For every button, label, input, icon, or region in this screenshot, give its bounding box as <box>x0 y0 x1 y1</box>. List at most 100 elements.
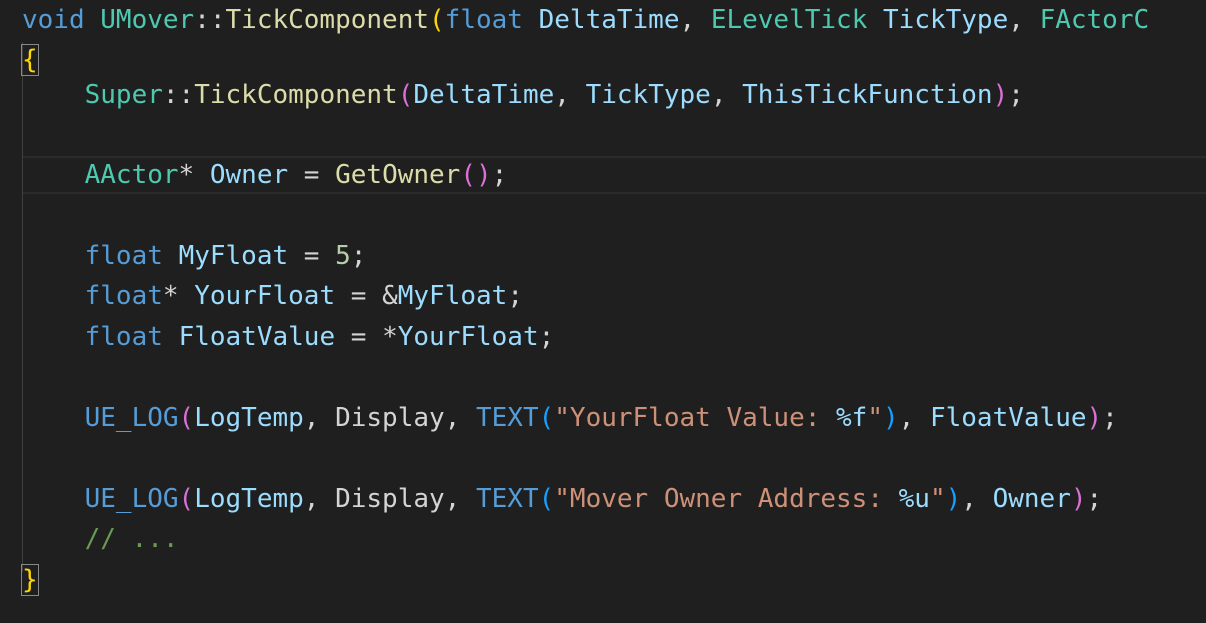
code-token: * <box>178 160 210 190</box>
code-token: , <box>444 403 476 433</box>
code-token: " <box>929 484 946 514</box>
code-token: { <box>21 44 39 76</box>
code-line[interactable]: UE_LOG(LogTemp, Display, TEXT("YourFloat… <box>0 398 1206 439</box>
code-token: UE_LOG <box>84 403 179 433</box>
code-token: , <box>898 403 930 433</box>
code-token: Super <box>84 80 163 110</box>
code-token: ; <box>350 241 367 271</box>
code-token: = <box>288 160 336 190</box>
code-token: ; <box>1102 403 1118 433</box>
code-token: , <box>303 403 336 433</box>
code-line[interactable]: UE_LOG(LogTemp, Display, TEXT("Mover Own… <box>0 479 1206 520</box>
code-line[interactable] <box>0 195 1206 236</box>
code-token: = & <box>335 281 398 311</box>
code-line[interactable] <box>0 438 1206 479</box>
code-token: Display <box>335 484 445 514</box>
code-token: DeltaTime <box>538 5 680 35</box>
code-line-text: void UMover::TickComponent(float DeltaTi… <box>22 0 1149 41</box>
code-line-text: } <box>21 560 39 601</box>
code-token: LogTemp <box>194 484 304 514</box>
code-line[interactable] <box>0 115 1206 156</box>
code-token: ( <box>429 5 445 35</box>
code-line[interactable]: void UMover::TickComponent(float DeltaTi… <box>0 0 1206 41</box>
code-token: ( <box>538 403 555 433</box>
code-token: LogTemp <box>194 403 304 433</box>
code-line[interactable]: // ... <box>0 519 1206 560</box>
code-line[interactable]: AActor* Owner = GetOwner(); <box>0 155 1206 196</box>
code-token: * <box>162 281 195 311</box>
code-token: AActor <box>84 160 179 190</box>
code-token: , <box>961 484 993 514</box>
code-token: UE_LOG <box>84 484 179 514</box>
code-token: float <box>444 5 523 35</box>
code-token: "YourFloat Value: <box>554 403 837 433</box>
code-token: ; <box>538 322 555 352</box>
code-token: %u <box>898 484 930 514</box>
code-token: :: <box>194 5 226 35</box>
code-token: TickType <box>585 80 711 110</box>
code-token: = * <box>335 322 398 352</box>
code-token: , <box>710 80 743 110</box>
code-token: 5 <box>335 241 351 271</box>
code-token: ( <box>397 80 414 110</box>
code-editor[interactable]: void UMover::TickComponent(float DeltaTi… <box>0 0 1206 623</box>
code-token: YourFloat <box>397 322 539 352</box>
code-line-text: UE_LOG(LogTemp, Display, TEXT("Mover Own… <box>22 479 1103 520</box>
code-line[interactable]: float MyFloat = 5; <box>0 236 1206 277</box>
code-line-text: AActor* Owner = GetOwner(); <box>22 155 508 196</box>
code-token: YourFloat <box>194 281 336 311</box>
code-token: ; <box>1086 484 1103 514</box>
code-token: TEXT <box>475 403 539 433</box>
code-token: ; <box>507 281 523 311</box>
code-token: float <box>84 241 163 271</box>
code-token: MyFloat <box>178 241 289 271</box>
code-token: " <box>867 403 883 433</box>
code-token: TickComponent <box>194 80 398 110</box>
code-token: , <box>444 484 476 514</box>
code-token: float <box>84 322 163 352</box>
code-line[interactable]: } <box>0 560 1206 601</box>
code-line[interactable] <box>0 357 1206 398</box>
code-token: ELevelTick <box>710 5 868 35</box>
code-token: ; <box>491 160 508 190</box>
code-token: MyFloat <box>397 281 508 311</box>
code-token: ( <box>178 403 195 433</box>
code-line-text: float FloatValue = *YourFloat; <box>22 317 555 358</box>
code-token: void <box>22 5 85 35</box>
code-token: , <box>1008 5 1040 35</box>
code-line-text: UE_LOG(LogTemp, Display, TEXT("YourFloat… <box>22 398 1118 439</box>
code-line[interactable]: Super::TickComponent(DeltaTime, TickType… <box>0 75 1206 116</box>
code-token: Display <box>335 403 445 433</box>
code-token: , <box>679 5 711 35</box>
code-token: () <box>460 160 492 190</box>
code-token: ) <box>1086 403 1103 433</box>
code-token: // ... <box>84 524 179 554</box>
code-line-text: float MyFloat = 5; <box>22 236 367 277</box>
code-token: ThisTickFunction <box>742 80 993 110</box>
code-line[interactable]: float FloatValue = *YourFloat; <box>0 317 1206 358</box>
code-token: DeltaTime <box>413 80 555 110</box>
code-token: TickType <box>883 5 1009 35</box>
code-token: TickComponent <box>225 5 430 35</box>
code-token: ) <box>1070 484 1087 514</box>
code-token: Owner <box>992 484 1071 514</box>
code-token: ) <box>945 484 962 514</box>
code-token: ) <box>992 80 1009 110</box>
code-token: } <box>21 564 39 596</box>
code-line-text: float* YourFloat = &MyFloat; <box>22 276 523 317</box>
code-token: ) <box>883 403 899 433</box>
code-token: "Mover Owner Address: <box>554 484 899 514</box>
code-token: Owner <box>209 160 289 190</box>
code-line[interactable]: float* YourFloat = &MyFloat; <box>0 276 1206 317</box>
